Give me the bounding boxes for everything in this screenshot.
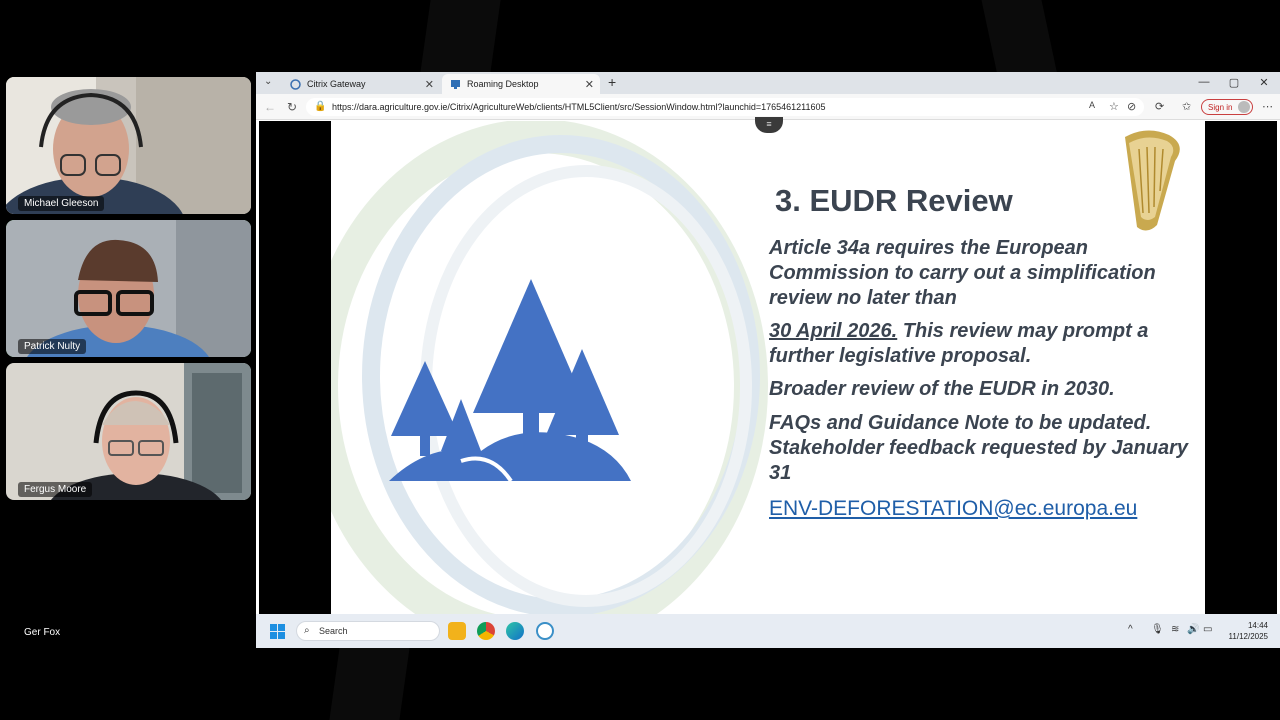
slide-bullet-2: 30 April 2026. This review may prompt a … (769, 319, 1189, 369)
remote-session-area[interactable]: 3. EUDR Review Article 34a requires the … (259, 117, 1277, 614)
edge-icon[interactable] (506, 622, 524, 640)
video-feed (6, 220, 251, 357)
file-explorer-icon[interactable] (448, 622, 466, 640)
taskbar-clock[interactable]: 14:44 11/12/2025 (1218, 620, 1268, 642)
search-placeholder: Search (319, 626, 348, 636)
participant-tile-fergus[interactable]: Fergus Moore (6, 363, 251, 500)
participant-tile-ger[interactable]: Ger Fox (6, 506, 251, 643)
video-feed (6, 363, 251, 500)
reload-icon[interactable]: ↻ (287, 100, 297, 114)
participant-name: Michael Gleeson (18, 196, 105, 211)
search-icon: ⌕ (304, 625, 310, 636)
sign-in-label: Sign in (1208, 102, 1233, 112)
participant-name: Patrick Nulty (18, 339, 87, 354)
clock-date: 11/12/2025 (1228, 632, 1268, 641)
slide-bullet-4: FAQs and Guidance Note to be updated. St… (769, 412, 1189, 484)
slide-title: 3. EUDR Review (775, 183, 1013, 218)
wifi-icon[interactable]: ≋ (1171, 624, 1179, 635)
clock-time: 14:44 (1247, 621, 1268, 630)
background-stroke (981, 0, 1059, 80)
favorite-star-icon[interactable]: ☆ (1109, 100, 1119, 113)
extensions-icon[interactable]: ⟳ (1155, 100, 1164, 113)
tab-list-chevron-icon[interactable]: ⌄ (264, 76, 272, 87)
back-arrow-icon[interactable]: ← (264, 100, 276, 114)
meeting-screen: Michael Gleeson Patrick Nulty Fergus Moo… (0, 0, 1280, 720)
close-icon[interactable]: ✕ (585, 78, 594, 91)
presentation-slide: 3. EUDR Review Article 34a requires the … (331, 121, 1205, 614)
settings-gear-icon[interactable] (536, 622, 554, 640)
minimize-icon[interactable]: — (1197, 76, 1211, 88)
review-date: 30 April 2026. (769, 320, 898, 342)
tab-roaming-desktop[interactable]: Roaming Desktop ✕ (442, 74, 600, 94)
window-close-icon[interactable]: ✕ (1257, 76, 1271, 89)
participant-name: Fergus Moore (18, 482, 93, 497)
harp-emblem (1125, 130, 1180, 231)
participant-tile-michael[interactable]: Michael Gleeson (6, 77, 251, 214)
tab-bar: ⌄ Citrix Gateway ✕ Roaming Desktop ✕ + —… (256, 72, 1280, 94)
show-hidden-icons-chevron-icon[interactable]: ^ (1128, 624, 1133, 635)
volume-icon[interactable]: 🔊 (1187, 624, 1199, 635)
citrix-icon (290, 78, 301, 90)
desktop-icon (450, 79, 461, 90)
address-bar[interactable]: 🔒 https://dara.agriculture.gov.ie/Citrix… (306, 98, 1144, 116)
participant-tile-patrick[interactable]: Patrick Nulty (6, 220, 251, 357)
read-aloud-icon[interactable]: A (1089, 100, 1095, 110)
new-tab-button[interactable]: + (608, 74, 616, 90)
tab-label: Citrix Gateway (307, 79, 366, 89)
browser-window: ⌄ Citrix Gateway ✕ Roaming Desktop ✕ + —… (256, 72, 1280, 648)
contact-email-link[interactable]: ENV-DEFORESTATION@ec.europa.eu (769, 497, 1137, 521)
sign-in-button[interactable]: Sign in (1201, 99, 1254, 115)
tracking-prevention-icon[interactable]: ⊘ (1127, 100, 1136, 113)
url-text: https://dara.agriculture.gov.ie/Citrix/A… (332, 102, 826, 112)
close-icon[interactable]: ✕ (425, 78, 434, 91)
video-feed (6, 77, 251, 214)
slide-bullet-3: Broader review of the EUDR in 2030. (769, 378, 1115, 400)
participant-name: Ger Fox (24, 627, 61, 638)
slide-bullet-1: Article 34a requires the European Commis… (769, 237, 1156, 309)
tree-icon (389, 279, 631, 481)
tab-label: Roaming Desktop (467, 79, 539, 89)
battery-icon[interactable]: ▭ (1203, 624, 1212, 635)
microphone-icon[interactable]: 🎙 (1151, 624, 1164, 635)
avatar (1238, 101, 1251, 113)
chrome-icon[interactable] (477, 622, 495, 640)
site-info-icon[interactable]: 🔒 (314, 101, 326, 112)
windows-start-icon[interactable] (270, 624, 286, 640)
favorites-icon[interactable]: ✩ (1182, 100, 1191, 113)
tab-citrix-gateway[interactable]: Citrix Gateway ✕ (282, 74, 440, 94)
taskbar-search-input[interactable]: ⌕ Search (296, 621, 440, 641)
maximize-icon[interactable]: ▢ (1227, 76, 1241, 89)
more-menu-icon[interactable]: ⋯ (1262, 100, 1273, 113)
remote-taskbar: ⌕ Search ^ 🎙 ≋ 🔊 ▭ 14:44 11/12/2025 (256, 614, 1280, 648)
